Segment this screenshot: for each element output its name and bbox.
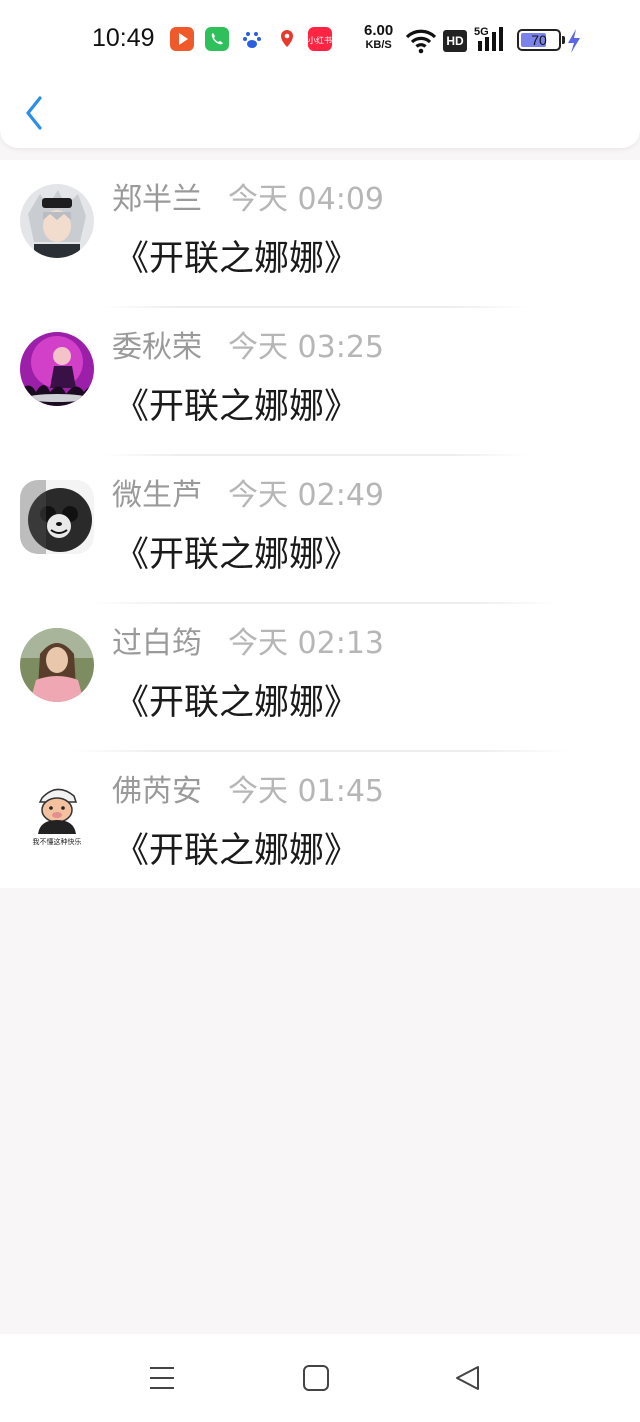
xiaohongshu-label: 小红书 <box>308 35 332 45</box>
message-text: 《开联之娜娜》 <box>114 239 360 279</box>
sender-name: 委秋荣 <box>112 330 202 365</box>
message-item[interactable]: 过白筠 今天 02:13 《开联之娜娜》 <box>0 604 640 752</box>
message-text: 《开联之娜娜》 <box>114 535 360 575</box>
system-nav-bar <box>0 1334 640 1422</box>
home-icon <box>303 1365 329 1391</box>
network-type-label: 5G <box>474 26 489 38</box>
charging-bolt-icon <box>568 29 580 53</box>
message-item[interactable]: 我不懂这种快乐 佛芮安 今天 01:45 《开联之娜娜》 <box>0 752 640 900</box>
chevron-left-icon <box>26 96 42 130</box>
message-text: 《开联之娜娜》 <box>114 831 360 871</box>
back-button[interactable] <box>22 94 50 132</box>
message-item[interactable]: 郑半兰 今天 04:09 《开联之娜娜》 <box>0 160 640 308</box>
home-button[interactable] <box>300 1362 332 1394</box>
battery-level: 70 <box>531 32 547 48</box>
network-speed: 6.00 KB/S <box>364 22 394 52</box>
message-item[interactable]: 微生芦 今天 02:49 《开联之娜娜》 <box>0 456 640 604</box>
message-text: 《开联之娜娜》 <box>114 683 360 723</box>
sender-name: 郑半兰 <box>112 182 202 217</box>
wifi-icon <box>405 29 437 54</box>
sender-name: 微生芦 <box>112 478 202 513</box>
menu-icon <box>150 1367 174 1389</box>
network-speed-unit: KB/S <box>365 39 392 51</box>
message-list: 郑半兰 今天 04:09 《开联之娜娜》 委秋荣 今天 03:25 《开联之娜娜… <box>0 160 640 888</box>
message-text: 《开联之娜娜》 <box>114 387 360 427</box>
status-time: 10:49 <box>92 24 155 52</box>
map-app-icon <box>275 27 299 51</box>
avatar[interactable] <box>20 628 94 702</box>
avatar[interactable] <box>20 480 94 554</box>
message-time: 今天 01:45 <box>228 774 384 809</box>
xiaohongshu-app-icon: 小红书 <box>308 27 332 51</box>
message-item[interactable]: 委秋荣 今天 03:25 《开联之娜娜》 <box>0 308 640 456</box>
avatar[interactable] <box>20 184 94 258</box>
menu-button[interactable] <box>146 1362 178 1394</box>
cellular-signal-icon: 5G <box>474 26 503 51</box>
network-speed-value: 6.00 <box>364 22 394 39</box>
hd-badge: HD <box>443 30 467 52</box>
message-time: 今天 03:25 <box>228 330 384 365</box>
back-triangle-icon <box>456 1366 479 1390</box>
message-time: 今天 02:49 <box>228 478 384 513</box>
sender-name: 过白筠 <box>112 626 202 661</box>
video-app-icon <box>170 27 194 51</box>
message-time: 今天 02:13 <box>228 626 384 661</box>
phone-app-icon <box>205 27 229 51</box>
avatar[interactable] <box>20 332 94 406</box>
baidu-app-icon <box>240 27 264 51</box>
back-nav-button[interactable] <box>452 1362 484 1394</box>
message-time: 今天 04:09 <box>228 182 384 217</box>
status-bar: 10:49 小红书 6.00 KB/S HD 5G 70 <box>0 18 640 64</box>
avatar[interactable]: 我不懂这种快乐 <box>20 776 94 850</box>
battery-icon: 70 <box>517 29 565 51</box>
avatar-caption: 我不懂这种快乐 <box>33 837 82 846</box>
sender-name: 佛芮安 <box>112 774 202 809</box>
battery-tip <box>562 36 565 44</box>
top-header: 10:49 小红书 6.00 KB/S HD 5G 70 <box>0 0 640 148</box>
